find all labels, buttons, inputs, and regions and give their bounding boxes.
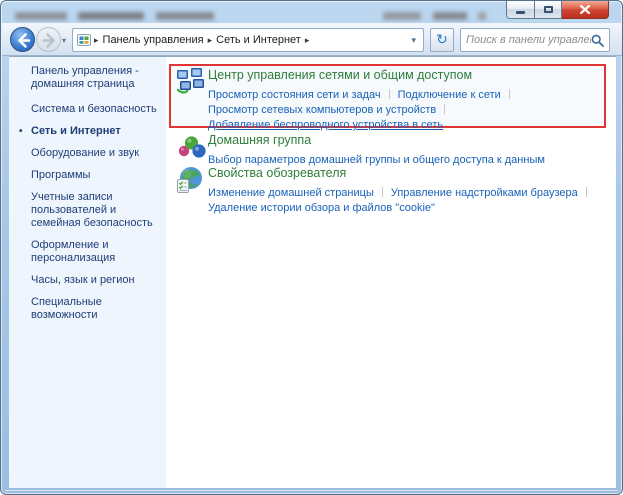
sidebar-item-programs[interactable]: Программы [31, 169, 158, 182]
sidebar-item-appearance[interactable]: Оформление и персонализация [31, 239, 158, 265]
task-link-row: Удаление истории обзора и файлов "cookie… [208, 201, 595, 215]
link-separator [382, 187, 383, 197]
network-sharing-center-icon[interactable] [176, 67, 204, 95]
title-bar [1, 1, 622, 23]
search-input[interactable] [466, 34, 591, 46]
link-view-network-status[interactable]: Просмотр состояния сети и задач [208, 89, 381, 101]
link-separator [586, 187, 587, 197]
sidebar-item-hardware-sound[interactable]: Оборудование и звук [31, 147, 158, 160]
window-controls [506, 1, 609, 19]
link-delete-history-cookies[interactable]: Удаление истории обзора и файлов "cookie… [208, 202, 435, 214]
link-separator [389, 89, 390, 99]
close-button[interactable] [562, 1, 609, 19]
sidebar-item-control-panel-home[interactable]: Панель управления - домашняя страница [31, 65, 158, 91]
minimize-button[interactable] [506, 1, 535, 19]
forward-arrow-icon [37, 28, 62, 53]
internet-options-title[interactable]: Свойства обозревателя [208, 166, 346, 181]
content-area: Центр управления сетями и общим доступом… [166, 57, 616, 488]
search-box [460, 28, 610, 52]
active-bullet-icon: • [19, 125, 23, 138]
maximize-icon [544, 6, 553, 13]
sidebar: Панель управления - домашняя страница Си… [9, 57, 166, 488]
back-button[interactable] [10, 27, 35, 52]
network-sharing-center-title[interactable]: Центр управления сетями и общим доступом [208, 68, 472, 83]
link-separator [444, 104, 445, 114]
back-arrow-icon [11, 28, 36, 53]
homegroup-title[interactable]: Домашняя группа [208, 133, 311, 148]
sidebar-item-clock-language[interactable]: Часы, язык и регион [31, 274, 158, 287]
client-area: Панель управления - домашняя страница Си… [9, 56, 616, 488]
link-connect-to-network[interactable]: Подключение к сети [398, 89, 501, 101]
sidebar-item-system-security[interactable]: Система и безопасность [31, 103, 158, 116]
address-bar[interactable]: ▸ Панель управления ▸ Сеть и Интернет ▸ … [72, 28, 424, 52]
breadcrumb-control-panel[interactable]: Панель управления [99, 34, 208, 46]
recent-pages-dropdown[interactable]: ▾ [62, 36, 66, 45]
refresh-button[interactable]: ↻ [430, 28, 454, 52]
link-separator [509, 89, 510, 99]
task-link-row: Просмотр состояния сети и задач Подключен… [208, 88, 518, 102]
task-link-row: Изменение домашней страницы Управление на… [208, 186, 595, 200]
section-internet-options: Свойства обозревателя Изменение домашней… [208, 164, 595, 216]
homegroup-icon[interactable] [177, 134, 207, 161]
search-icon[interactable] [591, 34, 604, 47]
internet-options-icon[interactable] [176, 166, 204, 194]
navigation-bar: ▾ ▸ Панель управления ▸ Сеть и Интернет … [2, 23, 623, 56]
close-icon [580, 5, 590, 14]
sidebar-item-network-internet[interactable]: •Сеть и Интернет [31, 125, 158, 138]
sidebar-item-ease-of-access[interactable]: Специальные возможности [31, 296, 158, 322]
address-history-dropdown-icon[interactable]: ▾ [408, 35, 419, 46]
link-add-wireless-device[interactable]: Добавление беспроводного устройства в се… [208, 119, 443, 131]
frame-highlight [5, 490, 618, 491]
maximize-button[interactable] [535, 1, 562, 19]
sidebar-item-user-accounts[interactable]: Учетные записи пользователей и семейная … [31, 191, 158, 230]
section-network-sharing-center: Центр управления сетями и общим доступом… [208, 66, 518, 133]
link-manage-addons[interactable]: Управление надстройками браузера [391, 187, 578, 199]
breadcrumb-network-internet[interactable]: Сеть и Интернет [212, 34, 305, 46]
task-link-row: Добавление беспроводного устройства в се… [208, 118, 518, 132]
control-panel-window: ▾ ▸ Панель управления ▸ Сеть и Интернет … [0, 0, 623, 495]
minimize-icon [516, 11, 525, 14]
link-change-homepage[interactable]: Изменение домашней страницы [208, 187, 374, 199]
forward-button[interactable] [36, 27, 61, 52]
link-view-network-computers[interactable]: Просмотр сетевых компьютеров и устройств [208, 104, 436, 116]
task-link-row: Просмотр сетевых компьютеров и устройств [208, 103, 518, 117]
section-homegroup: Домашняя группа Выбор параметров домашне… [208, 131, 545, 168]
control-panel-icon [77, 33, 91, 47]
breadcrumb-arrow-icon[interactable]: ▸ [305, 35, 310, 46]
